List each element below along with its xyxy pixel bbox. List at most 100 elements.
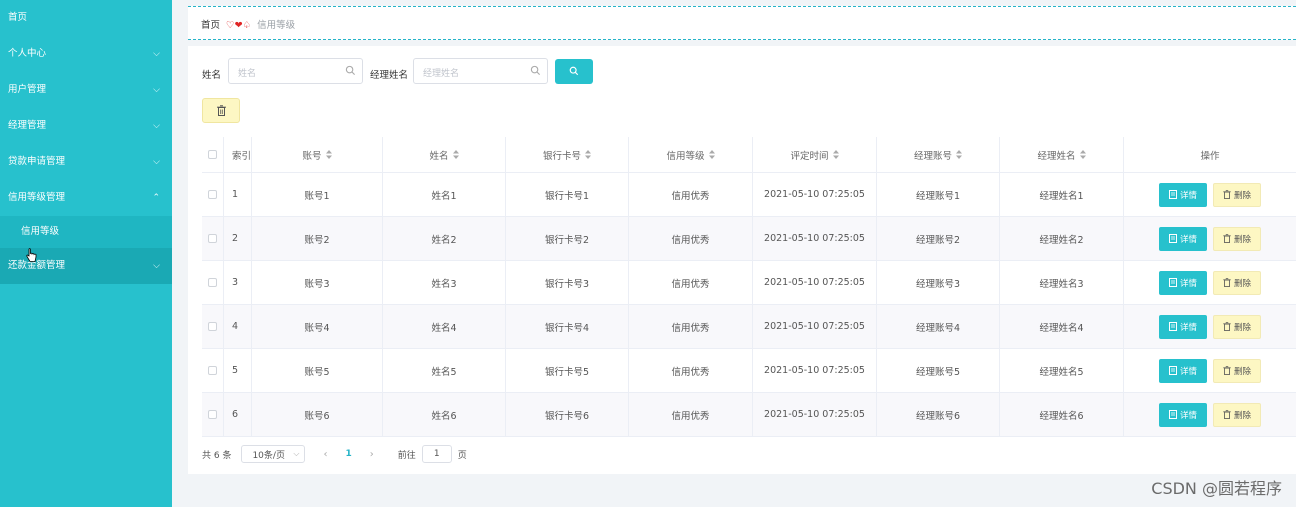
sidebar-item-label: 信用等级管理 xyxy=(8,192,66,203)
manager-name-placeholder: 经理姓名 xyxy=(423,69,460,79)
name-search-input[interactable]: 姓名 xyxy=(228,58,363,84)
table-row: 5 账号5 姓名5 银行卡号5 信用优秀 2021-05-10 07:25:05 经理账号5… xyxy=(202,349,1296,393)
delete-button[interactable]: 删除 xyxy=(1213,226,1261,251)
cell-manager-account: 经理账号6 xyxy=(877,393,1000,436)
sort-icon xyxy=(325,150,332,159)
name-placeholder: 姓名 xyxy=(238,69,257,79)
sort-icon xyxy=(585,150,591,159)
cell-index: 5 xyxy=(224,349,252,392)
select-all-checkbox[interactable] xyxy=(208,150,217,159)
delete-button[interactable]: 删除 xyxy=(1213,358,1261,383)
table-row: 1 账号1 姓名1 银行卡号1 信用优秀 2021-05-10 07:25:05 经理账号1… xyxy=(202,173,1296,217)
search-icon xyxy=(345,65,356,76)
row-checkbox[interactable] xyxy=(208,278,217,287)
cell-name: 姓名5 xyxy=(383,349,506,392)
detail-button[interactable]: 详情 xyxy=(1159,270,1207,295)
next-page-icon[interactable]: › xyxy=(370,449,374,460)
sidebar-item-home[interactable]: 首页 xyxy=(0,0,172,36)
page-number-current[interactable]: 1 xyxy=(345,449,351,459)
sidebar-item-manager-management[interactable]: 经理管理 ⌵ xyxy=(0,108,172,144)
detail-button[interactable]: 详情 xyxy=(1159,402,1207,427)
table-row: 3 账号3 姓名3 银行卡号3 信用优秀 2021-05-10 07:25:05 经理账号3… xyxy=(202,261,1296,305)
breadcrumb-bar: 首页 ♡❤♤ 信用等级 xyxy=(188,6,1296,40)
cell-bank-card: 银行卡号1 xyxy=(506,173,629,216)
heart-separator-icon: ♡❤♤ xyxy=(226,20,252,31)
detail-button[interactable]: 详情 xyxy=(1159,226,1207,251)
cell-actions: 详情 删除 xyxy=(1124,217,1296,260)
cell-manager-name: 经理姓名2 xyxy=(1000,217,1124,260)
sidebar-subitem-credit-level[interactable]: 信用等级 xyxy=(0,216,172,248)
chevron-down-icon: ⌵ xyxy=(153,261,160,271)
table-row: 2 账号2 姓名2 银行卡号2 信用优秀 2021-05-10 07:25:05 经理账号2… xyxy=(202,217,1296,261)
header-index: 索引 xyxy=(224,137,252,172)
sidebar-item-label: 用户管理 xyxy=(8,84,47,95)
hand-cursor-icon xyxy=(26,248,37,262)
prev-page-icon[interactable]: ‹ xyxy=(323,449,327,460)
detail-button[interactable]: 详情 xyxy=(1159,182,1207,207)
trash-icon xyxy=(1223,322,1231,331)
batch-delete-button[interactable] xyxy=(202,98,240,123)
detail-button[interactable]: 详情 xyxy=(1159,314,1207,339)
cell-manager-name: 经理姓名6 xyxy=(1000,393,1124,436)
cell-name: 姓名2 xyxy=(383,217,506,260)
table-row: 4 账号4 姓名4 银行卡号4 信用优秀 2021-05-10 07:25:05 经理账号4… xyxy=(202,305,1296,349)
sidebar-item-label: 信用等级 xyxy=(21,226,60,237)
pagination-total: 共 6 条 xyxy=(202,450,232,461)
table-row: 6 账号6 姓名6 银行卡号6 信用优秀 2021-05-10 07:25:05 经理账号6… xyxy=(202,393,1296,437)
detail-button[interactable]: 详情 xyxy=(1159,358,1207,383)
sort-icon xyxy=(452,150,459,159)
sidebar-item-credit-management[interactable]: 信用等级管理 ⌃ xyxy=(0,180,172,216)
sidebar-item-loan-application[interactable]: 贷款申请管理 ⌵ xyxy=(0,144,172,180)
cell-account: 账号4 xyxy=(252,305,383,348)
row-checkbox[interactable] xyxy=(208,410,217,419)
search-button[interactable] xyxy=(555,59,593,84)
row-checkbox[interactable] xyxy=(208,366,217,375)
cell-index: 1 xyxy=(224,173,252,216)
cell-credit-level: 信用优秀 xyxy=(629,305,753,348)
sidebar-item-user-management[interactable]: 用户管理 ⌵ xyxy=(0,72,172,108)
sidebar-item-personal-center[interactable]: 个人中心 ⌵ xyxy=(0,36,172,72)
cell-manager-name: 经理姓名1 xyxy=(1000,173,1124,216)
cell-account: 账号6 xyxy=(252,393,383,436)
header-name[interactable]: 姓名 xyxy=(383,137,506,172)
cell-credit-level: 信用优秀 xyxy=(629,173,753,216)
breadcrumb: 首页 ♡❤♤ 信用等级 xyxy=(201,17,295,31)
goto-page-input[interactable]: 1 xyxy=(421,445,452,463)
chevron-down-icon: ⌵ xyxy=(153,85,160,95)
cell-actions: 详情 删除 xyxy=(1124,305,1296,348)
sidebar-item-label: 首页 xyxy=(8,12,28,23)
page-size-select[interactable]: 10条/页 ⌵ xyxy=(241,445,306,463)
header-bank-card[interactable]: 银行卡号 xyxy=(506,137,629,172)
breadcrumb-home[interactable]: 首页 xyxy=(201,20,220,31)
row-checkbox[interactable] xyxy=(208,190,217,199)
cell-credit-level: 信用优秀 xyxy=(629,217,753,260)
cell-manager-account: 经理账号2 xyxy=(877,217,1000,260)
cell-bank-card: 银行卡号5 xyxy=(506,349,629,392)
row-checkbox[interactable] xyxy=(208,322,217,331)
delete-button[interactable]: 删除 xyxy=(1213,402,1261,427)
row-checkbox[interactable] xyxy=(208,234,217,243)
document-icon xyxy=(1168,234,1177,243)
delete-button[interactable]: 删除 xyxy=(1213,270,1261,295)
sidebar: 首页 个人中心 ⌵ 用户管理 ⌵ 经理管理 ⌵ 贷款申请管理 ⌵ 信用等级管理 ⌃ 信用等… xyxy=(0,0,172,507)
header-rating-time[interactable]: 评定时间 xyxy=(753,137,877,172)
chevron-down-icon: ⌵ xyxy=(153,121,160,131)
header-account[interactable]: 账号 xyxy=(252,137,383,172)
cell-rating-time: 2021-05-10 07:25:05 xyxy=(753,393,877,436)
delete-button[interactable]: 删除 xyxy=(1213,314,1261,339)
header-actions: 操作 xyxy=(1200,150,1220,162)
row-select-cell xyxy=(202,173,224,216)
cell-rating-time: 2021-05-10 07:25:05 xyxy=(753,217,877,260)
search-icon xyxy=(530,65,541,76)
manager-name-search-input[interactable]: 经理姓名 xyxy=(413,58,548,84)
cell-manager-name: 经理姓名3 xyxy=(1000,261,1124,304)
header-manager-account[interactable]: 经理账号 xyxy=(877,137,1000,172)
row-select-cell xyxy=(202,261,224,304)
cell-rating-time: 2021-05-10 07:25:05 xyxy=(753,173,877,216)
header-credit-level[interactable]: 信用等级 xyxy=(629,137,753,172)
sort-icon xyxy=(832,150,839,159)
header-manager-name[interactable]: 经理姓名 xyxy=(1000,137,1124,172)
delete-button[interactable]: 删除 xyxy=(1213,182,1261,207)
document-icon xyxy=(1168,322,1177,331)
pagination: 共 6 条 10条/页 ⌵ ‹ 1 › 前往 1 页 xyxy=(202,444,467,464)
